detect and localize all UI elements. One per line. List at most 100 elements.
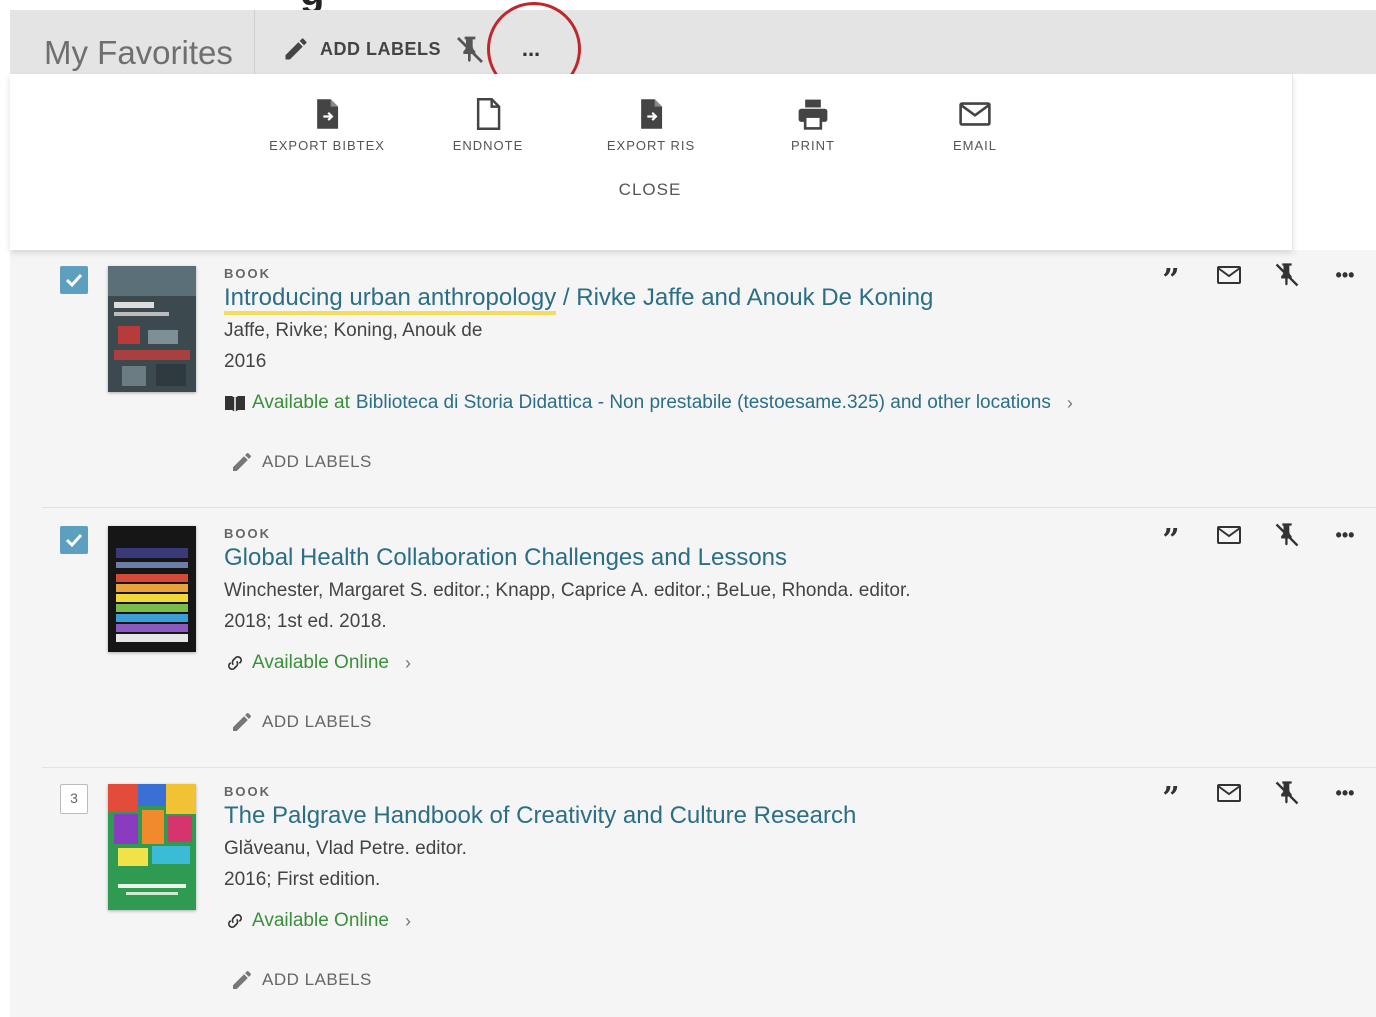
record-add-labels-button[interactable]: ADD LABELS [230, 450, 372, 474]
record-title-link[interactable]: The Palgrave Handbook of Creativity and … [224, 802, 856, 830]
pencil-icon [285, 38, 307, 60]
email-icon [1217, 266, 1241, 284]
record-year: 2016; First edition. [224, 869, 381, 890]
availability-location: Biblioteca di Storia Didattica - Non pre… [355, 392, 1051, 413]
result-record: BOOK Introducing urban anthropology / Ri… [42, 250, 1376, 508]
record-add-labels-button[interactable]: ADD LABELS [230, 710, 372, 734]
citation-button[interactable]: ” [1156, 778, 1186, 814]
envelope-icon [959, 102, 991, 126]
record-year: 2018; 1st ed. 2018. [224, 611, 387, 632]
unpin-icon [1275, 523, 1299, 547]
citation-button[interactable]: ” [1156, 520, 1186, 556]
record-title-highlighted: Introducing urban anthropology [224, 284, 557, 315]
endnote-button[interactable]: ENDNOTE [423, 98, 553, 153]
export-bibtex-label: EXPORT BIBTEX [269, 138, 385, 153]
record-checkbox[interactable] [60, 526, 88, 554]
record-more-button[interactable]: ••• [1330, 260, 1360, 290]
result-record: 3 BOOK The Palgrave Handbook of Creativi… [42, 768, 1376, 1017]
record-title-link[interactable]: Global Health Collaboration Challenges a… [224, 544, 787, 572]
pencil-icon [233, 452, 251, 471]
record-authors: Glăveanu, Vlad Petre. editor. [224, 838, 467, 859]
link-icon [228, 656, 242, 670]
record-title-rest: / Rivke Jaffe and Anouk De Koning [556, 284, 934, 311]
favorites-results-list: BOOK Introducing urban anthropology / Ri… [10, 250, 1376, 1017]
chevron-right-icon: › [404, 652, 411, 673]
add-labels-label: ADD LABELS [320, 38, 441, 59]
export-ris-label: EXPORT RIS [606, 138, 696, 153]
record-add-labels-label: ADD LABELS [262, 712, 372, 731]
record-authors: Winchester, Margaret S. editor.; Knapp, … [224, 580, 911, 601]
record-add-labels-label: ADD LABELS [262, 452, 372, 471]
checkmark-icon [65, 273, 83, 288]
printer-icon [798, 99, 828, 130]
record-checkbox[interactable] [60, 266, 88, 294]
unpin-icon [1275, 781, 1299, 805]
unpin-record-button[interactable] [1272, 520, 1302, 550]
quote-icon: ” [1162, 523, 1180, 558]
availability-status: Available Online [252, 910, 389, 931]
email-record-button[interactable] [1214, 260, 1244, 290]
availability-link[interactable]: Available Online › [224, 652, 411, 674]
cut-off-heading: g [0, 0, 1376, 10]
book-cover-thumbnail[interactable] [108, 784, 196, 910]
email-icon [1217, 784, 1241, 802]
record-actions: ” ••• [1156, 520, 1376, 556]
print-label: PRINT [791, 138, 835, 153]
email-icon [1217, 526, 1241, 544]
book-cover-thumbnail[interactable] [108, 526, 196, 652]
more-actions-button[interactable]: ... [510, 34, 552, 66]
book-cover-thumbnail[interactable] [108, 266, 196, 392]
book-open-icon [225, 396, 245, 412]
record-number[interactable]: 3 [60, 784, 88, 814]
record-actions: ” ••• [1156, 778, 1376, 814]
record-type: BOOK [224, 784, 271, 799]
citation-button[interactable]: ” [1156, 260, 1186, 296]
record-more-button[interactable]: ••• [1330, 778, 1360, 808]
email-record-button[interactable] [1214, 778, 1244, 808]
add-labels-button[interactable]: ADD LABELS [282, 32, 441, 66]
result-record: BOOK Global Health Collaboration Challen… [42, 510, 1376, 768]
export-actions-panel: EXPORT BIBTEX ENDNOTE EXPORT RIS PRINT E… [10, 74, 1293, 250]
record-title-link[interactable]: Introducing urban anthropology / Rivke J… [224, 284, 934, 315]
record-type: BOOK [224, 526, 271, 541]
link-icon [228, 914, 242, 928]
email-button[interactable]: EMAIL [910, 98, 1040, 153]
export-ris-button[interactable]: EXPORT RIS [586, 98, 716, 153]
toolbar-divider [254, 10, 255, 74]
record-title-main: Global Health Collaboration Challenges a… [224, 544, 788, 571]
record-authors: Jaffe, Rivke; Koning, Anouk de [224, 320, 483, 341]
endnote-label: ENDNOTE [452, 138, 524, 153]
email-record-button[interactable] [1214, 520, 1244, 550]
unpin-record-button[interactable] [1272, 260, 1302, 290]
chevron-right-icon: › [1066, 392, 1073, 413]
file-export-icon [641, 99, 663, 129]
record-actions: ” ••• [1156, 260, 1376, 296]
quote-icon: ” [1162, 781, 1180, 816]
favorites-toolbar: My Favorites ADD LABELS ... [10, 10, 1376, 74]
unpin-all-button[interactable] [454, 34, 486, 66]
record-more-button[interactable]: ••• [1330, 520, 1360, 550]
availability-status: Available Online [252, 652, 389, 673]
pencil-icon [233, 970, 251, 989]
record-type: BOOK [224, 266, 271, 281]
unpin-record-button[interactable] [1272, 778, 1302, 808]
availability-link[interactable]: Available Online › [224, 910, 411, 932]
more-icon: ••• [1335, 782, 1355, 803]
record-add-labels-button[interactable]: ADD LABELS [230, 968, 372, 992]
record-title-main: The Palgrave Handbook of Creativity and … [224, 802, 857, 829]
more-icon: ••• [1335, 264, 1355, 285]
file-export-icon [317, 99, 339, 129]
close-button[interactable]: CLOSE [600, 180, 700, 200]
print-button[interactable]: PRINT [748, 98, 878, 153]
checkmark-icon [65, 533, 83, 548]
record-year: 2016 [224, 351, 267, 372]
email-label: EMAIL [952, 138, 997, 153]
more-icon: ••• [1335, 524, 1355, 545]
chevron-right-icon: › [404, 910, 411, 931]
quote-icon: ” [1162, 263, 1180, 298]
page-title: My Favorites [44, 34, 233, 71]
export-bibtex-button[interactable]: EXPORT BIBTEX [262, 98, 392, 153]
file-icon [476, 98, 501, 130]
record-add-labels-label: ADD LABELS [262, 970, 372, 989]
availability-link[interactable]: Available at Biblioteca di Storia Didatt… [224, 392, 1073, 414]
